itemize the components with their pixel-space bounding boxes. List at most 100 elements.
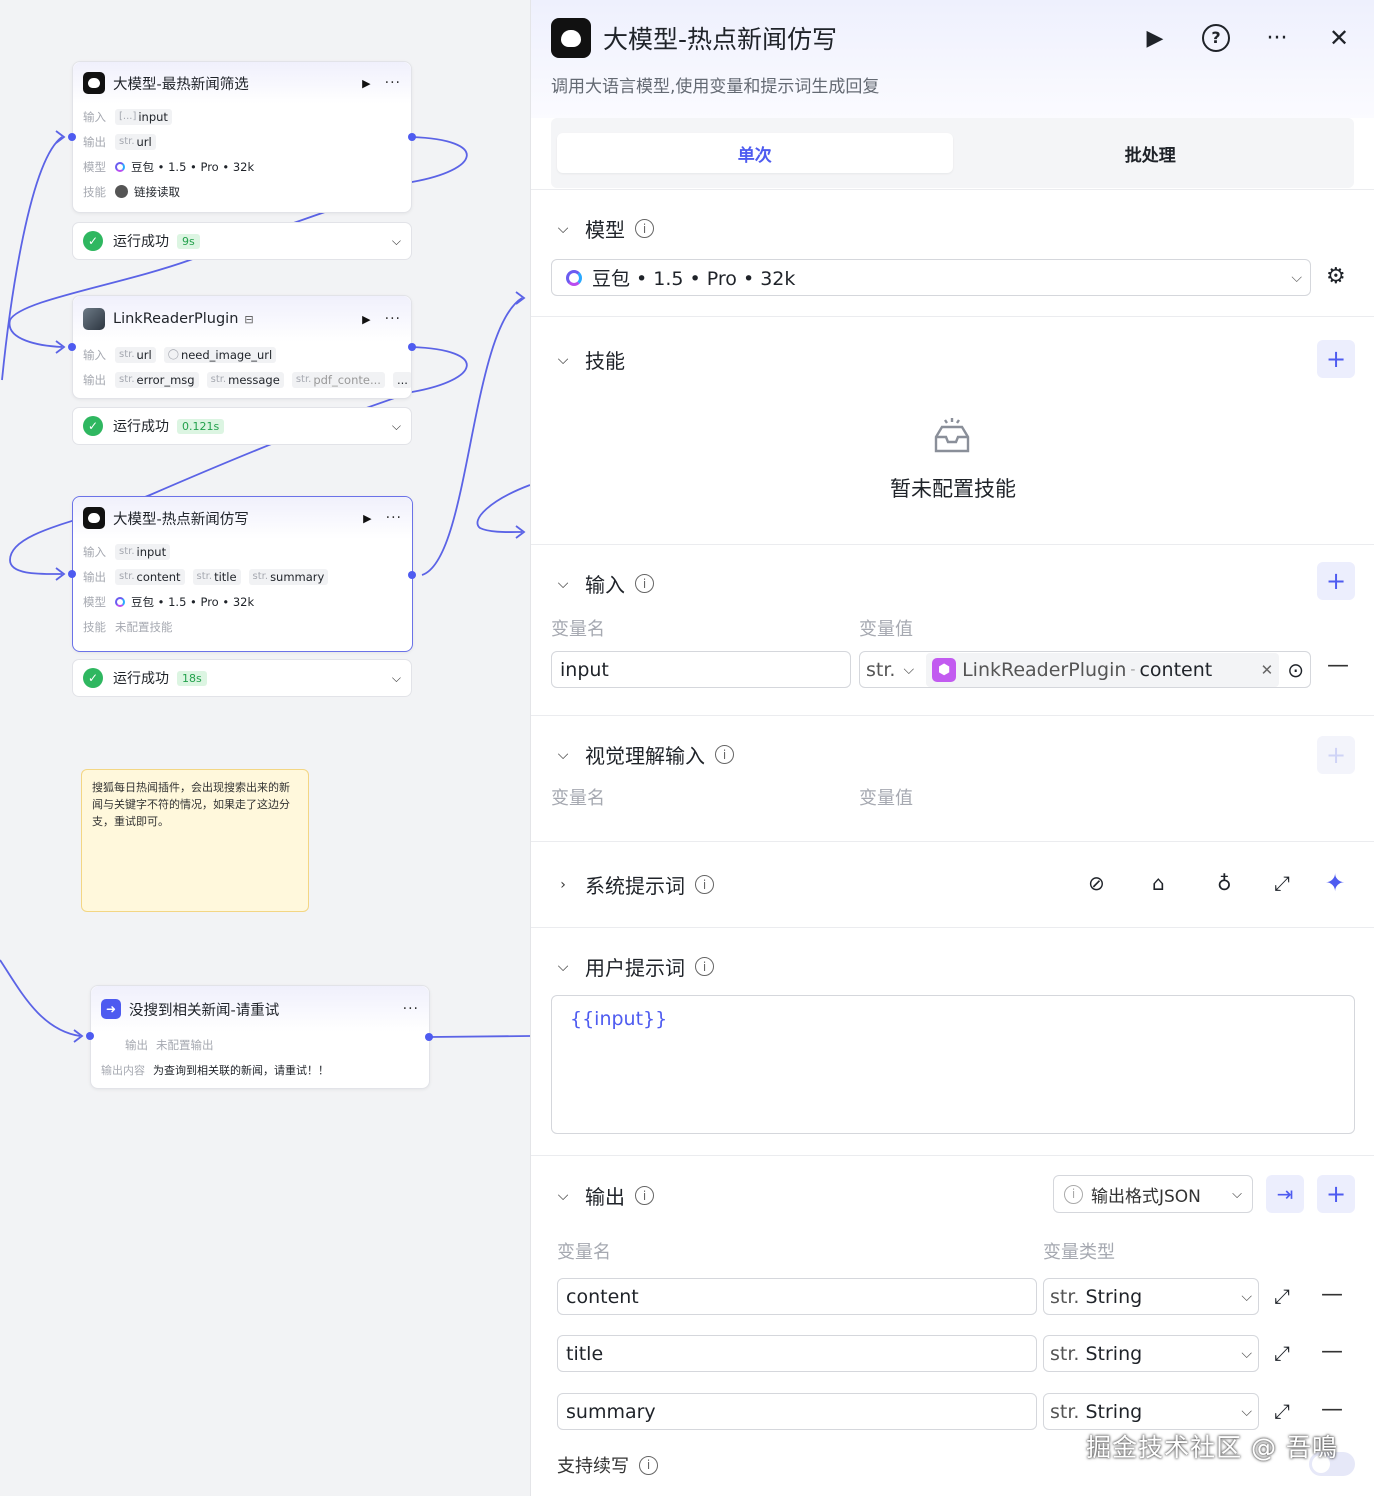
info-icon[interactable]: i	[635, 219, 654, 238]
close-icon[interactable]: ✕	[1324, 24, 1354, 52]
prompt-library-icon[interactable]: ⌂	[1152, 871, 1165, 895]
var-name: url	[136, 134, 152, 149]
type-select[interactable]: str.	[866, 659, 895, 681]
compass-icon[interactable]: ⊘	[1088, 871, 1105, 895]
add-skill-button[interactable]: +	[1317, 340, 1355, 378]
add-output-button[interactable]: +	[1317, 1175, 1355, 1213]
panel-title[interactable]: 大模型-热点新闻仿写	[603, 20, 1108, 56]
end-node-retry[interactable]: ➜ 没搜到相关新闻-请重试 ··· 输出 未配置输出 输出内容 为查询到相关联的新闻…	[90, 985, 430, 1089]
check-circle-icon: ✓	[83, 668, 103, 688]
ai-sparkle-icon[interactable]: ✦	[1325, 869, 1345, 897]
chevron-down-icon[interactable]: ⌵	[392, 234, 401, 249]
user-prompt-editor[interactable]: {{input}}	[551, 995, 1355, 1134]
tab-batch[interactable]: 批处理	[953, 133, 1349, 173]
node-title: 大模型-最热新闻筛选	[113, 76, 249, 93]
variable-reference[interactable]: ⬢ LinkReaderPlugin - content ✕	[926, 652, 1280, 687]
more-icon[interactable]: ···	[385, 311, 401, 327]
help-icon[interactable]: ?	[1202, 24, 1230, 52]
run-status-bar[interactable]: ✓ 运行成功 0.121s ⌵	[72, 407, 412, 445]
section-header[interactable]: › 系统提示词 i	[553, 870, 714, 899]
remove-input-button[interactable]: —	[1327, 653, 1349, 678]
section-header[interactable]: ⌵ 输入 i	[553, 569, 654, 598]
run-time-badge: 9s	[177, 233, 200, 249]
node-header: ➜ 没搜到相关新闻-请重试 ···	[91, 986, 429, 1032]
output-format-select[interactable]: i 输出格式JSON ⌵	[1053, 1175, 1253, 1213]
input-var-name-field[interactable]: input	[551, 651, 851, 688]
more-icon[interactable]: ···	[386, 510, 402, 526]
lightbulb-icon[interactable]: ♁	[1217, 871, 1232, 895]
output-port[interactable]	[408, 133, 416, 141]
input-port[interactable]	[86, 1032, 94, 1040]
info-icon[interactable]: i	[635, 1186, 654, 1205]
remove-output-button[interactable]: —	[1321, 1282, 1343, 1307]
plugin-node-link-reader[interactable]: LinkReaderPlugin ⊟ ▶ ··· 输入 str. url ◯ need_…	[72, 295, 412, 399]
more-vars-button[interactable]: ...	[392, 371, 411, 388]
more-icon[interactable]: ···	[1262, 26, 1292, 51]
play-icon[interactable]: ▶	[362, 313, 370, 326]
input-var-value-field[interactable]: str. ⌵ ⬢ LinkReaderPlugin - content ✕ ⊙	[859, 651, 1311, 688]
add-vision-input-button[interactable]: +	[1317, 736, 1355, 774]
skill-name: 链接读取	[134, 184, 180, 199]
import-json-icon[interactable]: ⇥	[1266, 1175, 1304, 1213]
doubao-model-icon	[115, 596, 125, 607]
comment-note[interactable]: 搜狐每日热闻插件，会出现搜索出来的新闻与关键字不符的情况，如果走了这边分支，重试…	[81, 769, 309, 912]
run-play-icon[interactable]: ▶	[1140, 26, 1170, 51]
chevron-down-icon[interactable]: ⌵	[903, 662, 914, 678]
play-icon[interactable]: ▶	[363, 512, 371, 525]
section-header[interactable]: ⌵ 技能	[553, 345, 625, 374]
workflow-canvas[interactable]: 大模型-最热新闻筛选 ▶ ··· 输入 [...] input 输出 str. url …	[0, 0, 530, 1496]
reference-target-icon[interactable]: ⊙	[1287, 658, 1304, 682]
run-status-bar[interactable]: ✓ 运行成功 9s ⌵	[72, 222, 412, 260]
output-var-name-field[interactable]: summary	[557, 1393, 1037, 1430]
expand-icon[interactable]: ⤢	[1274, 1284, 1290, 1308]
info-icon[interactable]: i	[715, 745, 734, 764]
section-header[interactable]: ⌵ 模型 i	[553, 214, 654, 243]
input-port[interactable]	[68, 343, 76, 351]
watermark: 掘金技术社区 @ 吾鳴	[1086, 1433, 1338, 1462]
row-key: 输入	[83, 109, 106, 124]
remove-output-button[interactable]: —	[1321, 1397, 1343, 1422]
info-icon[interactable]: i	[695, 957, 714, 976]
output-var-type-select[interactable]: str. String ⌵	[1043, 1393, 1259, 1430]
info-icon[interactable]: i	[635, 574, 654, 593]
output-var-type-select[interactable]: str. String ⌵	[1043, 1335, 1259, 1372]
run-status-bar[interactable]: ✓ 运行成功 18s ⌵	[72, 659, 412, 697]
chevron-down-icon[interactable]: ⌵	[392, 671, 401, 686]
col-var-name: 变量名	[557, 1242, 611, 1263]
input-port[interactable]	[68, 570, 76, 578]
section-header[interactable]: ⌵ 视觉理解输入 i	[553, 740, 734, 769]
var-name: error_msg	[136, 372, 195, 387]
settings-gear-icon[interactable]: ⚙	[1326, 264, 1346, 289]
expand-icon[interactable]: ⤢	[1274, 1399, 1290, 1423]
model-select[interactable]: 豆包 • 1.5 • Pro • 32k ⌵	[551, 259, 1311, 296]
section-header[interactable]: ⌵ 输出 i	[553, 1181, 654, 1210]
ref-separator: -	[1130, 661, 1136, 678]
run-mode-tabs: 单次 批处理	[551, 118, 1354, 188]
remove-output-button[interactable]: —	[1321, 1339, 1343, 1364]
llm-node-hot-news-rewrite[interactable]: 大模型-热点新闻仿写 ▶ ··· 输入 str. input 输出 str. conte…	[72, 496, 413, 652]
play-icon[interactable]: ▶	[362, 77, 370, 90]
info-icon[interactable]: i	[695, 875, 714, 894]
input-port[interactable]	[68, 133, 76, 141]
more-icon[interactable]: ···	[403, 1001, 419, 1017]
model-name: 豆包 • 1.5 • Pro • 32k	[131, 594, 255, 609]
expand-icon[interactable]: ⤢	[1274, 1341, 1290, 1365]
output-port[interactable]	[425, 1033, 433, 1041]
output-var-name-field[interactable]: title	[557, 1335, 1037, 1372]
chevron-down-icon[interactable]: ⌵	[392, 419, 401, 434]
output-var-name-field[interactable]: content	[557, 1278, 1037, 1315]
node-config-panel: 大模型-热点新闻仿写 ▶ ? ··· ✕ 调用大语言模型,使用变量和提示词生成回…	[530, 0, 1374, 1496]
col-var-value: 变量值	[859, 788, 913, 809]
output-port[interactable]	[408, 343, 416, 351]
section-title: 系统提示词	[585, 874, 685, 898]
add-input-button[interactable]: +	[1317, 562, 1355, 600]
info-icon[interactable]: i	[639, 1455, 658, 1475]
expand-icon[interactable]: ⤢	[1274, 871, 1290, 895]
tab-single[interactable]: 单次	[557, 133, 953, 173]
llm-node-hot-news-filter[interactable]: 大模型-最热新闻筛选 ▶ ··· 输入 [...] input 输出 str. url …	[72, 61, 412, 213]
section-header[interactable]: ⌵ 用户提示词 i	[553, 952, 714, 981]
clear-icon[interactable]: ✕	[1261, 661, 1274, 679]
output-port[interactable]	[408, 571, 416, 579]
output-var-type-select[interactable]: str. String ⌵	[1043, 1278, 1259, 1315]
more-icon[interactable]: ···	[385, 75, 401, 91]
